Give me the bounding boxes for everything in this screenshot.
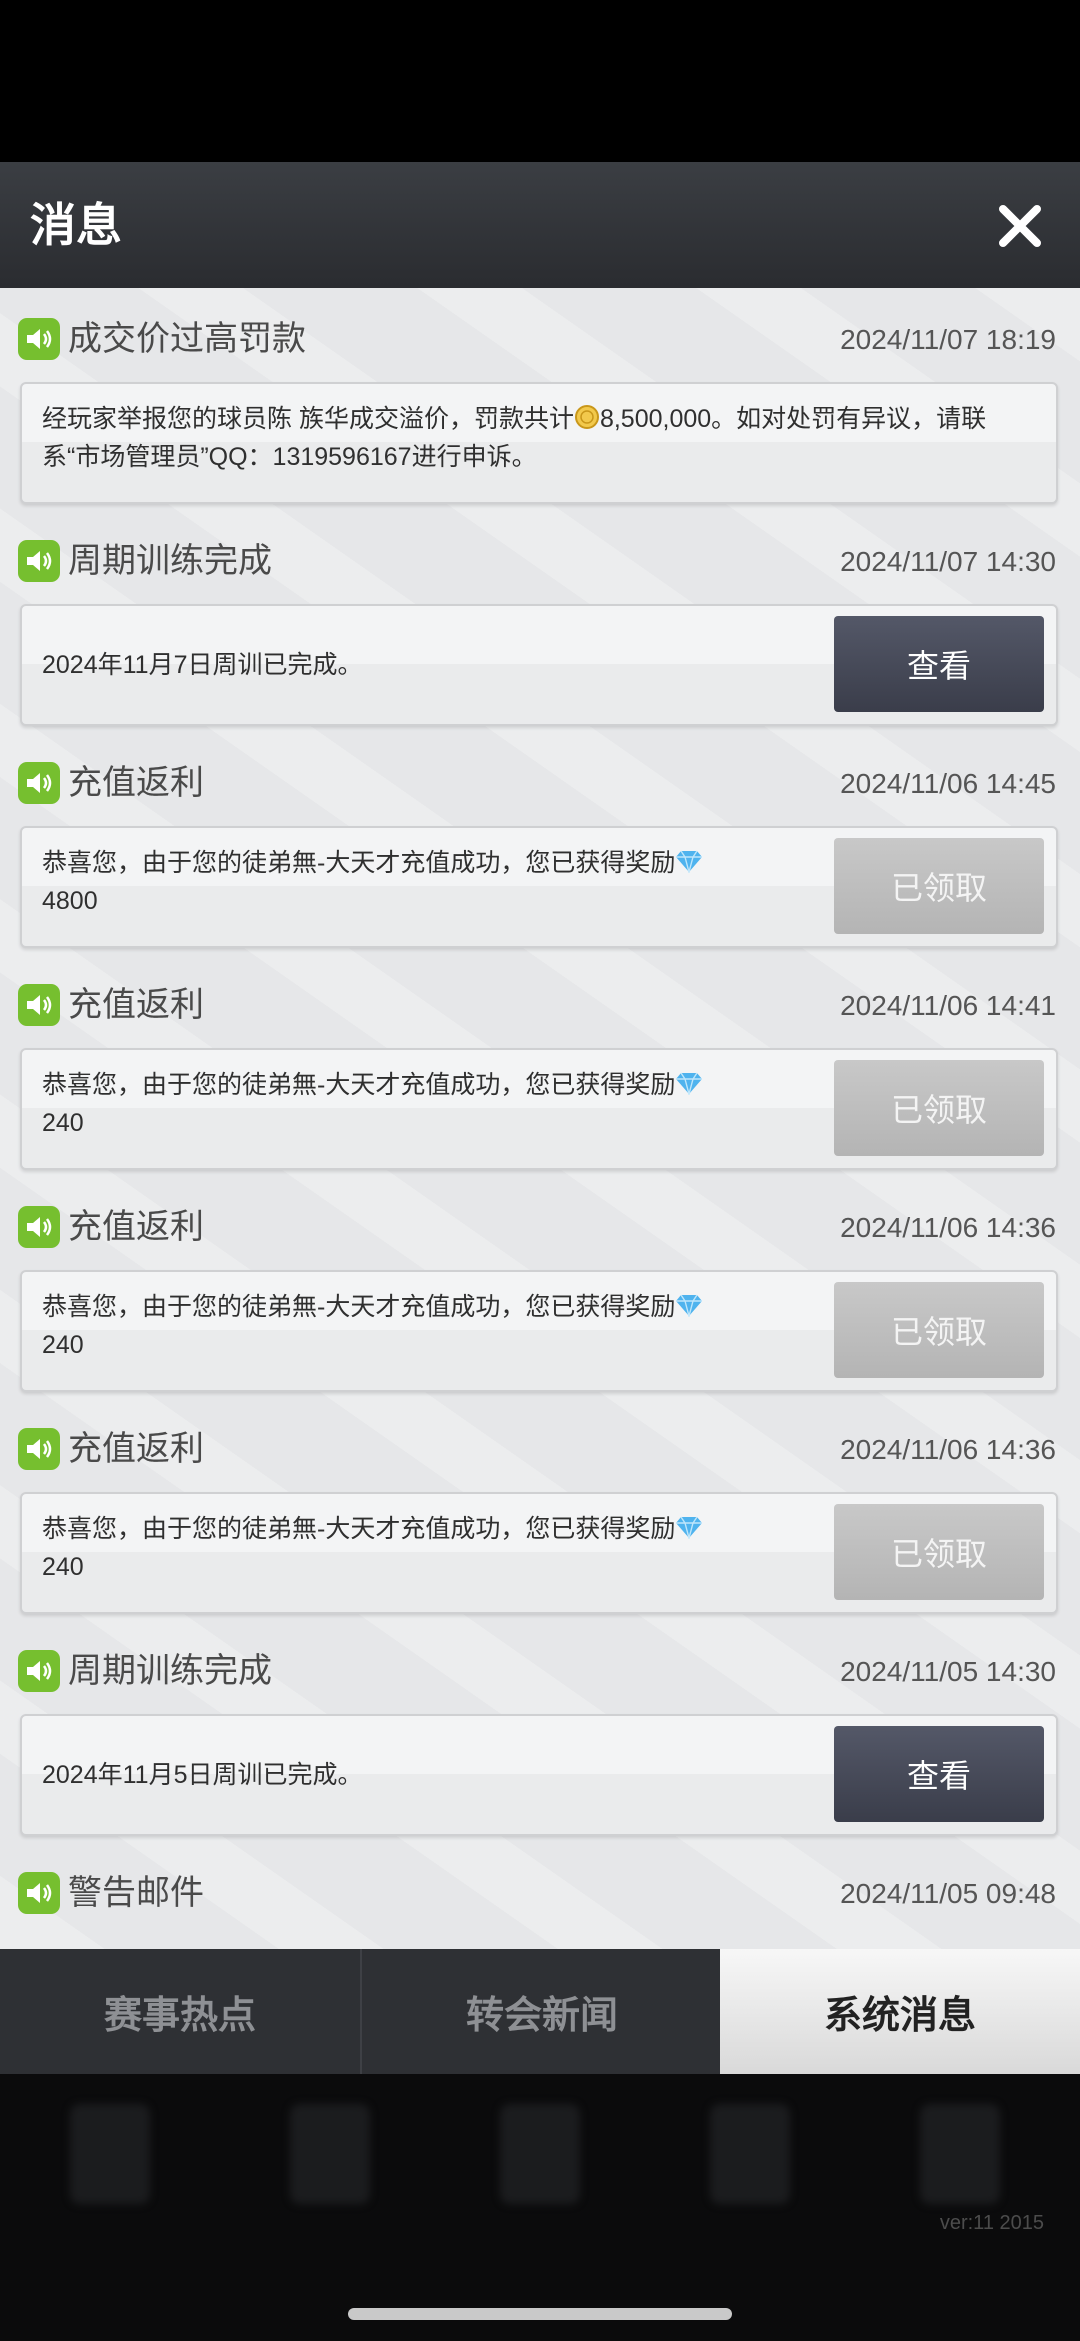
message-header: 充值返利 2024/11/06 14:36 — [0, 1398, 1080, 1470]
tab-bar: 赛事热点 转会新闻 系统消息 — [0, 1949, 1080, 2074]
message-header: 警告邮件 2024/11/05 09:48 — [0, 1842, 1080, 1914]
bottom-nav-background: ver:11 2015 — [0, 2074, 1080, 2341]
message-body: 经玩家举报您的球员陈 族华成交溢价，罚款共计 8,500,000。如对处罚有异议，… — [42, 405, 987, 471]
message-item: 充值返利 2024/11/06 14:36 恭喜您，由于您的徒弟無-大天才充值成… — [0, 1176, 1080, 1396]
page-title: 消息 — [30, 199, 122, 251]
speaker-icon — [18, 1650, 60, 1692]
message-list[interactable]: 成交价过高罚款 2024/11/07 18:19 经玩家举报您的球员陈 族华成交… — [0, 288, 1080, 1949]
message-body: 2024年11月5日周训已完成。 — [42, 1761, 363, 1789]
panel-header: 消息 — [0, 162, 1080, 288]
claimed-button[interactable]: 已领取 — [834, 838, 1044, 934]
message-card: 经玩家举报您的球员陈 族华成交溢价，罚款共计 8,500,000。如对处罚有异议，… — [20, 382, 1058, 504]
message-body: 恭喜您，由于您的徒弟無-大天才充值成功，您已获得奖励 240 — [42, 1066, 822, 1142]
diamond-icon — [676, 1072, 703, 1095]
claimed-button[interactable]: 已领取 — [834, 1282, 1044, 1378]
message-title: 充值返利 — [68, 1430, 204, 1468]
speaker-icon — [18, 1872, 60, 1914]
blurred-nav-item — [920, 2104, 1000, 2204]
speaker-icon — [18, 540, 60, 582]
speaker-icon — [18, 1428, 60, 1470]
message-body: 2024年11月7日周训已完成。 — [42, 651, 363, 679]
close-icon — [999, 205, 1041, 247]
message-item: 充值返利 2024/11/06 14:45 恭喜您，由于您的徒弟無-大天才充值成… — [0, 732, 1080, 952]
message-title: 周期训练完成 — [68, 1652, 272, 1690]
close-button[interactable] — [982, 188, 1058, 264]
message-card: 恭喜您，由于您的徒弟無-大天才充值成功，您已获得奖励 240 已领取 — [20, 1492, 1058, 1614]
message-title: 警告邮件 — [68, 1874, 204, 1912]
message-date: 2024/11/06 14:36 — [840, 1212, 1056, 1243]
message-header: 周期训练完成 2024/11/05 14:30 — [0, 1620, 1080, 1692]
message-date: 2024/11/07 18:19 — [840, 324, 1056, 355]
message-item: 周期训练完成 2024/11/07 14:30 2024年11月7日周训已完成。… — [0, 510, 1080, 730]
message-body: 恭喜您，由于您的徒弟無-大天才充值成功，您已获得奖励 240 — [42, 1288, 822, 1364]
message-header: 周期训练完成 2024/11/07 14:30 — [0, 510, 1080, 582]
message-item: 成交价过高罚款 2024/11/07 18:19 经玩家举报您的球员陈 族华成交… — [0, 288, 1080, 508]
message-item: 警告邮件 2024/11/05 09:48 — [0, 1842, 1080, 1949]
message-title: 周期训练完成 — [68, 542, 272, 580]
version-label: ver:11 2015 — [939, 2212, 1044, 2234]
message-header: 充值返利 2024/11/06 14:41 — [0, 954, 1080, 1026]
message-date: 2024/11/06 14:36 — [840, 1434, 1056, 1465]
coin-icon — [574, 405, 599, 429]
message-date: 2024/11/05 09:48 — [840, 1878, 1056, 1909]
diamond-icon — [676, 1294, 703, 1317]
speaker-icon — [18, 1206, 60, 1248]
view-button[interactable]: 查看 — [834, 1726, 1044, 1822]
message-item: 充值返利 2024/11/06 14:36 恭喜您，由于您的徒弟無-大天才充值成… — [0, 1398, 1080, 1618]
speaker-icon — [18, 762, 60, 804]
speaker-icon — [18, 318, 60, 360]
tab-system-messages[interactable]: 系统消息 — [720, 1949, 1080, 2074]
blurred-nav-item — [70, 2104, 150, 2204]
blurred-nav-item — [710, 2104, 790, 2204]
view-button[interactable]: 查看 — [834, 616, 1044, 712]
home-indicator[interactable] — [348, 2308, 732, 2320]
tab-transfer-news[interactable]: 转会新闻 — [360, 1949, 722, 2074]
blurred-nav-item — [290, 2104, 370, 2204]
message-date: 2024/11/06 14:45 — [840, 768, 1056, 799]
message-title: 充值返利 — [68, 1208, 204, 1246]
message-card: 2024年11月7日周训已完成。 查看 — [20, 604, 1058, 726]
diamond-icon — [676, 1516, 703, 1539]
tab-match-news[interactable]: 赛事热点 — [0, 1949, 360, 2074]
message-body: 恭喜您，由于您的徒弟無-大天才充值成功，您已获得奖励 4800 — [42, 844, 822, 920]
message-item: 周期训练完成 2024/11/05 14:30 2024年11月5日周训已完成。… — [0, 1620, 1080, 1840]
message-item: 充值返利 2024/11/06 14:41 恭喜您，由于您的徒弟無-大天才充值成… — [0, 954, 1080, 1174]
message-date: 2024/11/06 14:41 — [840, 990, 1056, 1021]
message-date: 2024/11/05 14:30 — [840, 1656, 1056, 1687]
claimed-button[interactable]: 已领取 — [834, 1060, 1044, 1156]
message-card: 2024年11月5日周训已完成。 查看 — [20, 1714, 1058, 1836]
message-card: 恭喜您，由于您的徒弟無-大天才充值成功，您已获得奖励 4800 已领取 — [20, 826, 1058, 948]
message-date: 2024/11/07 14:30 — [840, 546, 1056, 577]
message-header: 成交价过高罚款 2024/11/07 18:19 — [0, 288, 1080, 360]
message-title: 成交价过高罚款 — [68, 320, 306, 358]
message-header: 充值返利 2024/11/06 14:45 — [0, 732, 1080, 804]
claimed-button[interactable]: 已领取 — [834, 1504, 1044, 1600]
diamond-icon — [676, 850, 703, 873]
message-title: 充值返利 — [68, 764, 204, 802]
blurred-nav-item — [500, 2104, 580, 2204]
message-card: 恭喜您，由于您的徒弟無-大天才充值成功，您已获得奖励 240 已领取 — [20, 1270, 1058, 1392]
message-card: 恭喜您，由于您的徒弟無-大天才充值成功，您已获得奖励 240 已领取 — [20, 1048, 1058, 1170]
message-title: 充值返利 — [68, 986, 204, 1024]
message-body: 恭喜您，由于您的徒弟無-大天才充值成功，您已获得奖励 240 — [42, 1510, 822, 1586]
message-header: 充值返利 2024/11/06 14:36 — [0, 1176, 1080, 1248]
speaker-icon — [18, 984, 60, 1026]
